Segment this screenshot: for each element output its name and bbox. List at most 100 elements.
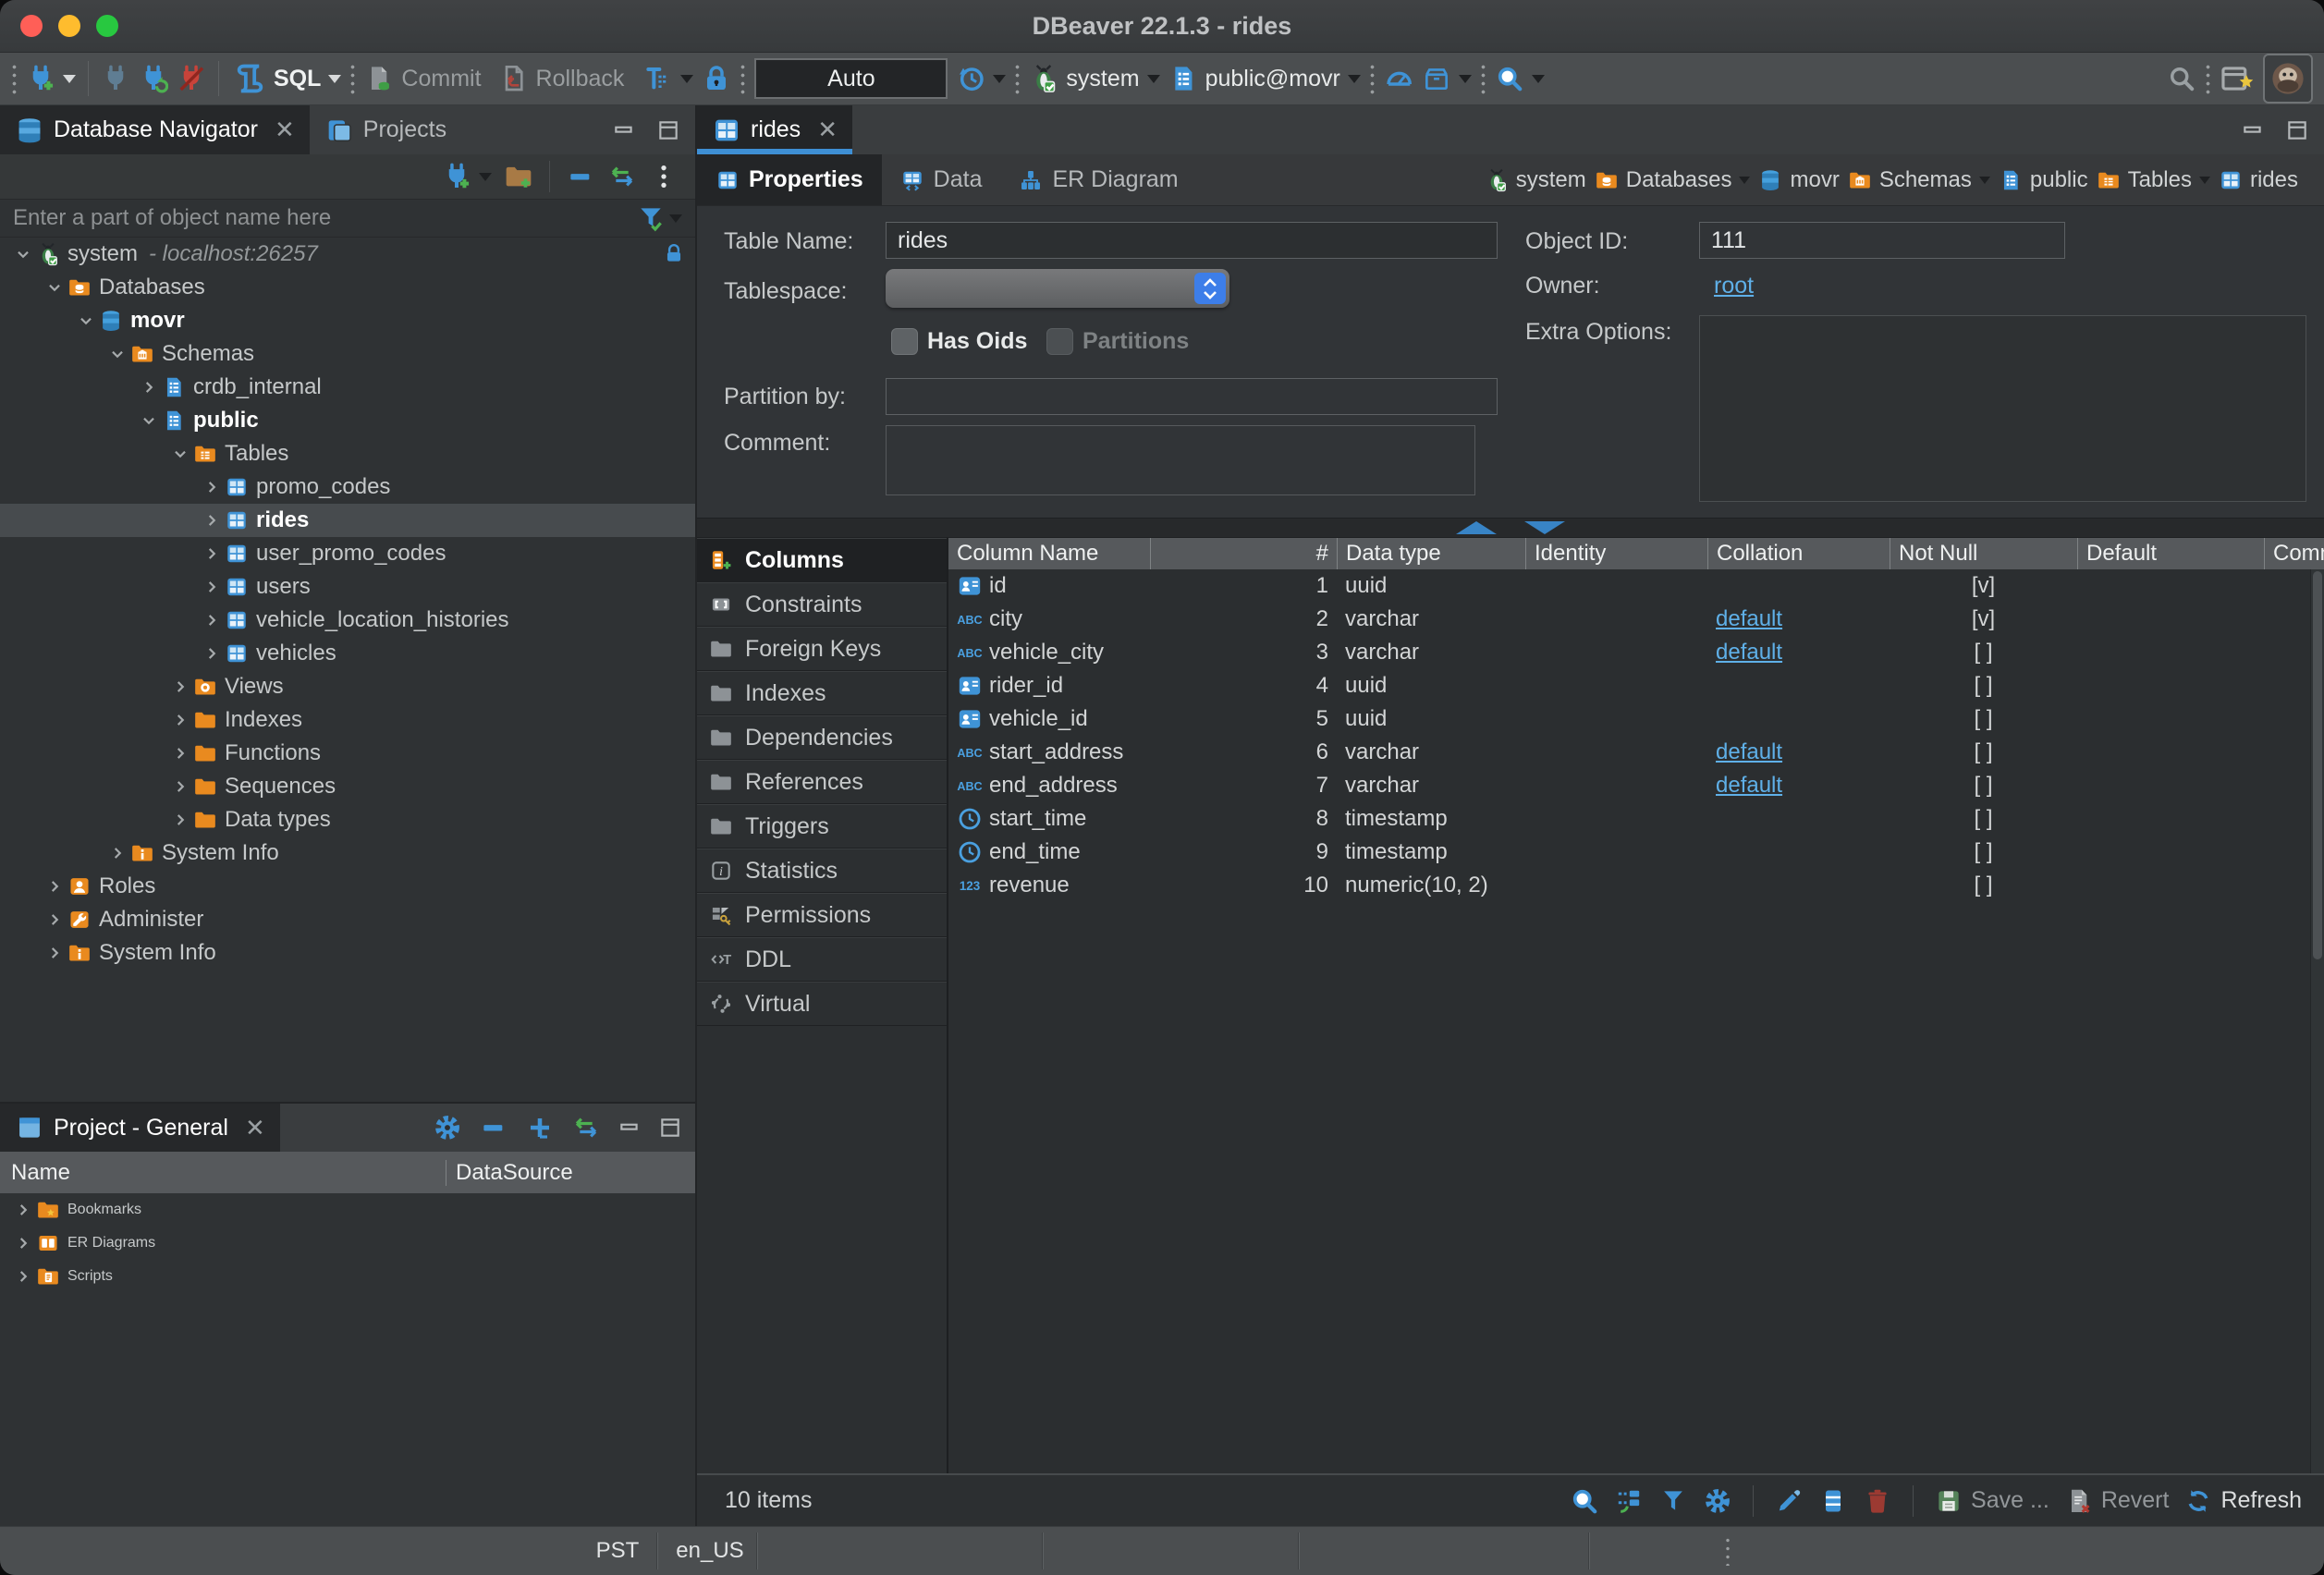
- new-connection-button[interactable]: [26, 64, 76, 93]
- tree-item-system-info[interactable]: System Info: [0, 836, 695, 870]
- column-row-start-address[interactable]: ABCstart_address6varchardefault[ ]: [948, 736, 2324, 769]
- collapse-all-icon[interactable]: [479, 1113, 508, 1142]
- new-folder-icon[interactable]: [504, 162, 533, 191]
- tree-item-vehicles[interactable]: vehicles: [0, 637, 695, 670]
- gear-icon[interactable]: [433, 1113, 462, 1142]
- grid-header-default[interactable]: Default: [2077, 538, 2264, 569]
- settings-gear-icon[interactable]: [1703, 1486, 1732, 1516]
- chevron-down-icon[interactable]: [43, 277, 66, 298]
- chevron-down-icon[interactable]: [12, 244, 34, 264]
- commit-button[interactable]: Commit: [364, 64, 481, 93]
- object-tab-indexes[interactable]: Indexes: [697, 671, 947, 715]
- perspective-icon[interactable]: [2220, 61, 2255, 96]
- chevron-right-icon[interactable]: [43, 910, 66, 930]
- breadcrumb-tables[interactable]: Tables: [2097, 167, 2210, 193]
- close-icon[interactable]: ✕: [245, 1114, 265, 1142]
- compile-button[interactable]: [1422, 64, 1472, 93]
- column-header-datasource[interactable]: DataSource: [446, 1160, 695, 1186]
- subtab-data[interactable]: Data: [882, 154, 1001, 205]
- collation-link[interactable]: default: [1716, 739, 1782, 765]
- partition-by-field[interactable]: [886, 378, 1498, 415]
- save-button[interactable]: Save ...: [1934, 1486, 2049, 1516]
- chevron-right-icon[interactable]: [169, 743, 191, 763]
- tree-item-user-promo-codes[interactable]: user_promo_codes: [0, 537, 695, 570]
- tablespace-select[interactable]: [886, 269, 1229, 308]
- minimize-view-icon[interactable]: [618, 1116, 642, 1140]
- chevron-right-icon[interactable]: [201, 543, 223, 564]
- zoom-window-button[interactable]: [96, 15, 118, 37]
- object-tab-references[interactable]: References: [697, 760, 947, 804]
- chevron-right-icon[interactable]: [12, 1200, 34, 1220]
- minimize-view-icon[interactable]: [2241, 118, 2265, 142]
- tree-item-users[interactable]: users: [0, 570, 695, 604]
- filter-input[interactable]: Enter a part of object name here: [13, 205, 636, 231]
- grid-header-collation[interactable]: Collation: [1707, 538, 1890, 569]
- chevron-right-icon[interactable]: [12, 1233, 34, 1253]
- tree-item-movr[interactable]: movr: [0, 304, 695, 337]
- view-menu-icon[interactable]: [649, 162, 679, 191]
- column-row-rider-id[interactable]: rider_id4uuid[ ]: [948, 669, 2324, 702]
- collapse-all-icon[interactable]: [566, 162, 595, 191]
- quick-access-search-icon[interactable]: [2167, 64, 2196, 93]
- grid-header-data-type[interactable]: Data type: [1337, 538, 1525, 569]
- partitions-checkbox[interactable]: [1046, 328, 1073, 355]
- tree-item-rides[interactable]: rides: [0, 504, 695, 537]
- revert-button[interactable]: Revert: [2064, 1486, 2170, 1516]
- breadcrumb-public[interactable]: public: [1999, 167, 2088, 193]
- maximize-view-icon[interactable]: [656, 118, 680, 142]
- table-name-field[interactable]: rides: [886, 222, 1498, 259]
- lock-icon[interactable]: [702, 64, 731, 93]
- tree-item-public[interactable]: public: [0, 404, 695, 437]
- tree-item-promo-codes[interactable]: promo_codes: [0, 470, 695, 504]
- minimize-window-button[interactable]: [58, 15, 80, 37]
- chevron-right-icon[interactable]: [201, 643, 223, 664]
- tree-item-system-info[interactable]: System Info: [0, 936, 695, 970]
- column-row-vehicle-city[interactable]: ABCvehicle_city3varchardefault[ ]: [948, 636, 2324, 669]
- column-row-end-address[interactable]: ABCend_address7varchardefault[ ]: [948, 769, 2324, 802]
- tree-item-views[interactable]: Views: [0, 670, 695, 703]
- column-row-id[interactable]: id1uuid[v]: [948, 569, 2324, 603]
- chevron-right-icon[interactable]: [201, 577, 223, 597]
- rollback-button[interactable]: Rollback: [499, 64, 625, 93]
- breadcrumb-movr[interactable]: movr: [1758, 167, 1839, 193]
- collation-link[interactable]: default: [1716, 640, 1782, 665]
- chevron-down-icon[interactable]: [138, 410, 160, 431]
- close-window-button[interactable]: [20, 15, 43, 37]
- tree-item-crdb-internal[interactable]: crdb_internal: [0, 371, 695, 404]
- maximize-view-icon[interactable]: [2285, 118, 2309, 142]
- object-tab-triggers[interactable]: Triggers: [697, 804, 947, 849]
- row-editor-icon[interactable]: [1818, 1486, 1848, 1516]
- chevron-down-icon[interactable]: [169, 444, 191, 464]
- close-icon[interactable]: ✕: [817, 116, 838, 144]
- extra-options-field[interactable]: [1699, 315, 2306, 502]
- chevron-right-icon[interactable]: [138, 377, 160, 397]
- grid-header-not-null[interactable]: Not Null: [1890, 538, 2077, 569]
- toolbar-drag-handle[interactable]: [1480, 63, 1486, 94]
- chevron-right-icon[interactable]: [169, 710, 191, 730]
- column-row-vehicle-id[interactable]: vehicle_id5uuid[ ]: [948, 702, 2324, 736]
- disconnect-icon[interactable]: [177, 64, 206, 93]
- grid-header-comment[interactable]: Comment: [2264, 538, 2324, 569]
- tree-item-functions[interactable]: Functions: [0, 737, 695, 770]
- toolbar-drag-handle[interactable]: [349, 63, 356, 94]
- chevron-right-icon[interactable]: [106, 843, 128, 863]
- filter-icon[interactable]: [1658, 1486, 1688, 1516]
- column-row-revenue[interactable]: 123revenue10numeric(10, 2)[ ]: [948, 869, 2324, 902]
- maximize-view-icon[interactable]: [658, 1116, 682, 1140]
- chevron-right-icon[interactable]: [12, 1266, 34, 1287]
- subtab-properties[interactable]: Properties: [697, 154, 882, 205]
- timezone-indicator[interactable]: PST: [581, 1527, 654, 1575]
- tree-item-roles[interactable]: Roles: [0, 870, 695, 903]
- grid-header-column-name[interactable]: Column Name: [948, 538, 1150, 569]
- connect-icon[interactable]: [101, 64, 130, 93]
- toolbar-drag-handle[interactable]: [11, 63, 18, 94]
- comment-field[interactable]: [886, 425, 1475, 495]
- close-icon[interactable]: ✕: [275, 116, 295, 144]
- chevron-down-icon[interactable]: [75, 311, 97, 331]
- reconnect-icon[interactable]: [139, 64, 168, 93]
- delete-trash-icon[interactable]: [1863, 1486, 1892, 1516]
- filter-funnel-icon[interactable]: [636, 203, 666, 233]
- chevron-right-icon[interactable]: [169, 810, 191, 830]
- breadcrumb-schemas[interactable]: Schemas: [1848, 167, 1990, 193]
- tab-rides-editor[interactable]: rides ✕: [697, 105, 852, 154]
